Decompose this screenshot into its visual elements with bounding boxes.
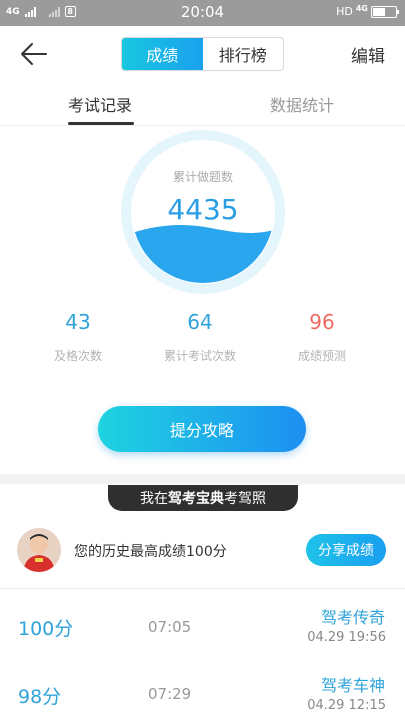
record-title: 驾考传奇 <box>320 608 385 627</box>
status-bar: 4G 8 20:04 HD 4G <box>0 0 405 26</box>
stat-exam-count: 64 累计考试次数 <box>130 310 270 364</box>
hd-label: HD <box>336 5 353 18</box>
stat-score-prediction: 96 成绩预测 <box>252 310 392 364</box>
network-label-right: 4G <box>355 4 368 13</box>
tab-data-stats[interactable]: 数据统计 <box>270 92 334 116</box>
record-row[interactable]: 98分 07:29 驾考车神 04.29 12:15 <box>0 660 405 720</box>
record-title: 驾考车神 <box>320 676 385 695</box>
back-button[interactable] <box>18 40 50 68</box>
avatar <box>17 528 61 572</box>
segment-control: 成绩 排行榜 <box>121 37 284 71</box>
stat-value: 64 <box>187 310 213 334</box>
nav-bar: 成绩 排行榜 编辑 <box>0 26 405 82</box>
banner-prefix: 我在 <box>140 491 168 507</box>
share-score-button[interactable]: 分享成绩 <box>306 534 386 566</box>
stat-pass-count: 43 及格次数 <box>8 310 148 364</box>
battery-icon <box>371 5 399 18</box>
status-right: HD 4G <box>336 4 399 18</box>
edit-button[interactable]: 编辑 <box>351 42 385 67</box>
list-divider <box>0 588 405 589</box>
stat-label: 及格次数 <box>53 349 102 363</box>
banner-suffix: 考驾照 <box>224 491 266 507</box>
stat-value: 43 <box>65 310 91 334</box>
back-arrow-icon <box>21 43 47 65</box>
tab-bar: 考试记录 数据统计 <box>0 82 405 126</box>
best-score-text: 您的历史最高成绩100分 <box>74 544 227 560</box>
tab-indicator <box>68 122 134 125</box>
banner-brand: 驾考宝典 <box>168 491 224 507</box>
section-divider <box>0 474 405 484</box>
stat-label: 累计考试次数 <box>163 349 236 363</box>
score-tips-button[interactable]: 提分攻略 <box>98 406 306 452</box>
record-duration: 07:05 <box>148 618 192 636</box>
tab-exam-records[interactable]: 考试记录 <box>68 92 132 116</box>
stat-value: 96 <box>309 310 335 334</box>
record-score: 98分 <box>18 686 62 708</box>
best-score-row: 您的历史最高成绩100分 分享成绩 <box>0 520 405 590</box>
record-duration: 07:29 <box>148 685 192 703</box>
record-score: 100分 <box>18 618 74 640</box>
gauge-label: 累计做题数 <box>172 170 233 184</box>
stat-label: 成绩预测 <box>297 349 346 363</box>
score-page: 4G 8 20:04 HD 4G 成绩 排行榜 编辑 考试记录 数据统计 累计做… <box>0 0 405 720</box>
brand-banner: 我在 驾考宝典 考驾照 <box>108 485 298 511</box>
record-date: 04.29 12:15 <box>307 698 386 713</box>
gauge-value: 4435 <box>167 193 239 226</box>
avatar-image <box>17 528 61 572</box>
record-date: 04.29 19:56 <box>307 630 386 645</box>
segment-scores[interactable]: 成绩 <box>122 38 203 70</box>
record-row[interactable]: 100分 07:05 驾考传奇 04.29 19:56 <box>0 590 405 660</box>
segment-ranking[interactable]: 排行榜 <box>203 38 284 70</box>
